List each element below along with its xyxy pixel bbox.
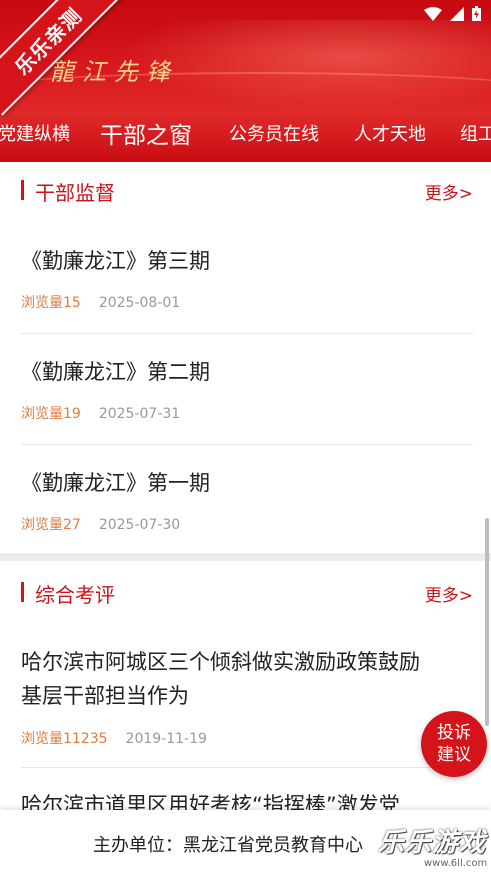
view-count: 浏览量15: [21, 295, 81, 311]
item-title-line1: 哈尔滨市阿城区三个倾斜做实激励政策鼓励: [21, 650, 420, 674]
logo-text: 龍江先锋: [50, 58, 178, 86]
section-marker: [21, 582, 24, 602]
app-header: 龍江先锋 乐乐亲测 党建纵横 干部之窗 公务员在线 人才天地 组工: [0, 0, 491, 162]
view-count: 浏览量11235: [21, 731, 108, 747]
divider: [21, 333, 473, 334]
watermark-logo: 乐乐游戏: [378, 828, 487, 858]
item-title: 《勤廉龙江》第一期: [21, 471, 210, 495]
footer-host-text: 主办单位：黑龙江省党员教育中心: [93, 835, 363, 856]
fab-label-line2: 建议: [437, 745, 471, 765]
section-header-evaluation: 综合考评 更多>: [0, 572, 491, 612]
list-item[interactable]: 《勤廉龙江》第三期 浏览量15 2025-08-01: [21, 244, 473, 324]
list-item[interactable]: 哈尔滨市阿城区三个倾斜做实激励政策鼓励 基层干部担当作为 浏览量11235 201…: [21, 645, 473, 755]
view-count: 浏览量27: [21, 517, 81, 533]
item-title-line2: 基层干部担当作为: [21, 684, 189, 708]
more-link[interactable]: 更多>: [425, 179, 473, 204]
wifi-icon: [424, 6, 442, 21]
list-item[interactable]: 《勤廉龙江》第一期 浏览量27 2025-07-30: [21, 466, 473, 546]
tab-organization[interactable]: 组工: [460, 120, 491, 146]
item-date: 2025-08-01: [98, 295, 181, 311]
status-bar: [424, 6, 481, 21]
battery-icon: [472, 6, 481, 21]
complaint-suggestion-button[interactable]: 投诉 建议: [421, 711, 487, 777]
tab-talent[interactable]: 人才天地: [354, 120, 426, 146]
item-date: 2025-07-31: [98, 406, 181, 422]
item-meta: 浏览量15 2025-08-01: [21, 292, 180, 312]
section-separator: [0, 553, 491, 561]
signal-icon: [450, 6, 464, 21]
section-header-supervision: 干部监督 更多>: [0, 170, 491, 210]
divider: [21, 444, 473, 445]
item-meta: 浏览量11235 2019-11-19: [21, 728, 207, 748]
section-title: 干部监督: [35, 181, 115, 205]
tab-party-building[interactable]: 党建纵横: [0, 120, 70, 146]
tab-cadre-window[interactable]: 干部之窗: [100, 116, 192, 150]
watermark-url: www.6ll.com: [424, 858, 488, 869]
category-tabs: 党建纵横 干部之窗 公务员在线 人才天地 组工: [0, 108, 491, 158]
item-meta: 浏览量27 2025-07-30: [21, 514, 180, 534]
item-meta: 浏览量19 2025-07-31: [21, 403, 180, 423]
item-title: 《勤廉龙江》第二期: [21, 360, 210, 384]
scrollbar[interactable]: [485, 518, 489, 726]
fab-label-line1: 投诉: [437, 723, 471, 743]
section-title: 综合考评: [35, 583, 115, 607]
item-date: 2019-11-19: [125, 731, 207, 747]
divider: [21, 767, 473, 768]
more-link[interactable]: 更多>: [425, 581, 473, 606]
list-item[interactable]: 《勤廉龙江》第二期 浏览量19 2025-07-31: [21, 355, 473, 435]
section-marker: [21, 180, 24, 200]
item-date: 2025-07-30: [98, 517, 181, 533]
view-count: 浏览量19: [21, 406, 81, 422]
item-title: 《勤廉龙江》第三期: [21, 249, 210, 273]
tab-civil-servant[interactable]: 公务员在线: [229, 120, 319, 146]
